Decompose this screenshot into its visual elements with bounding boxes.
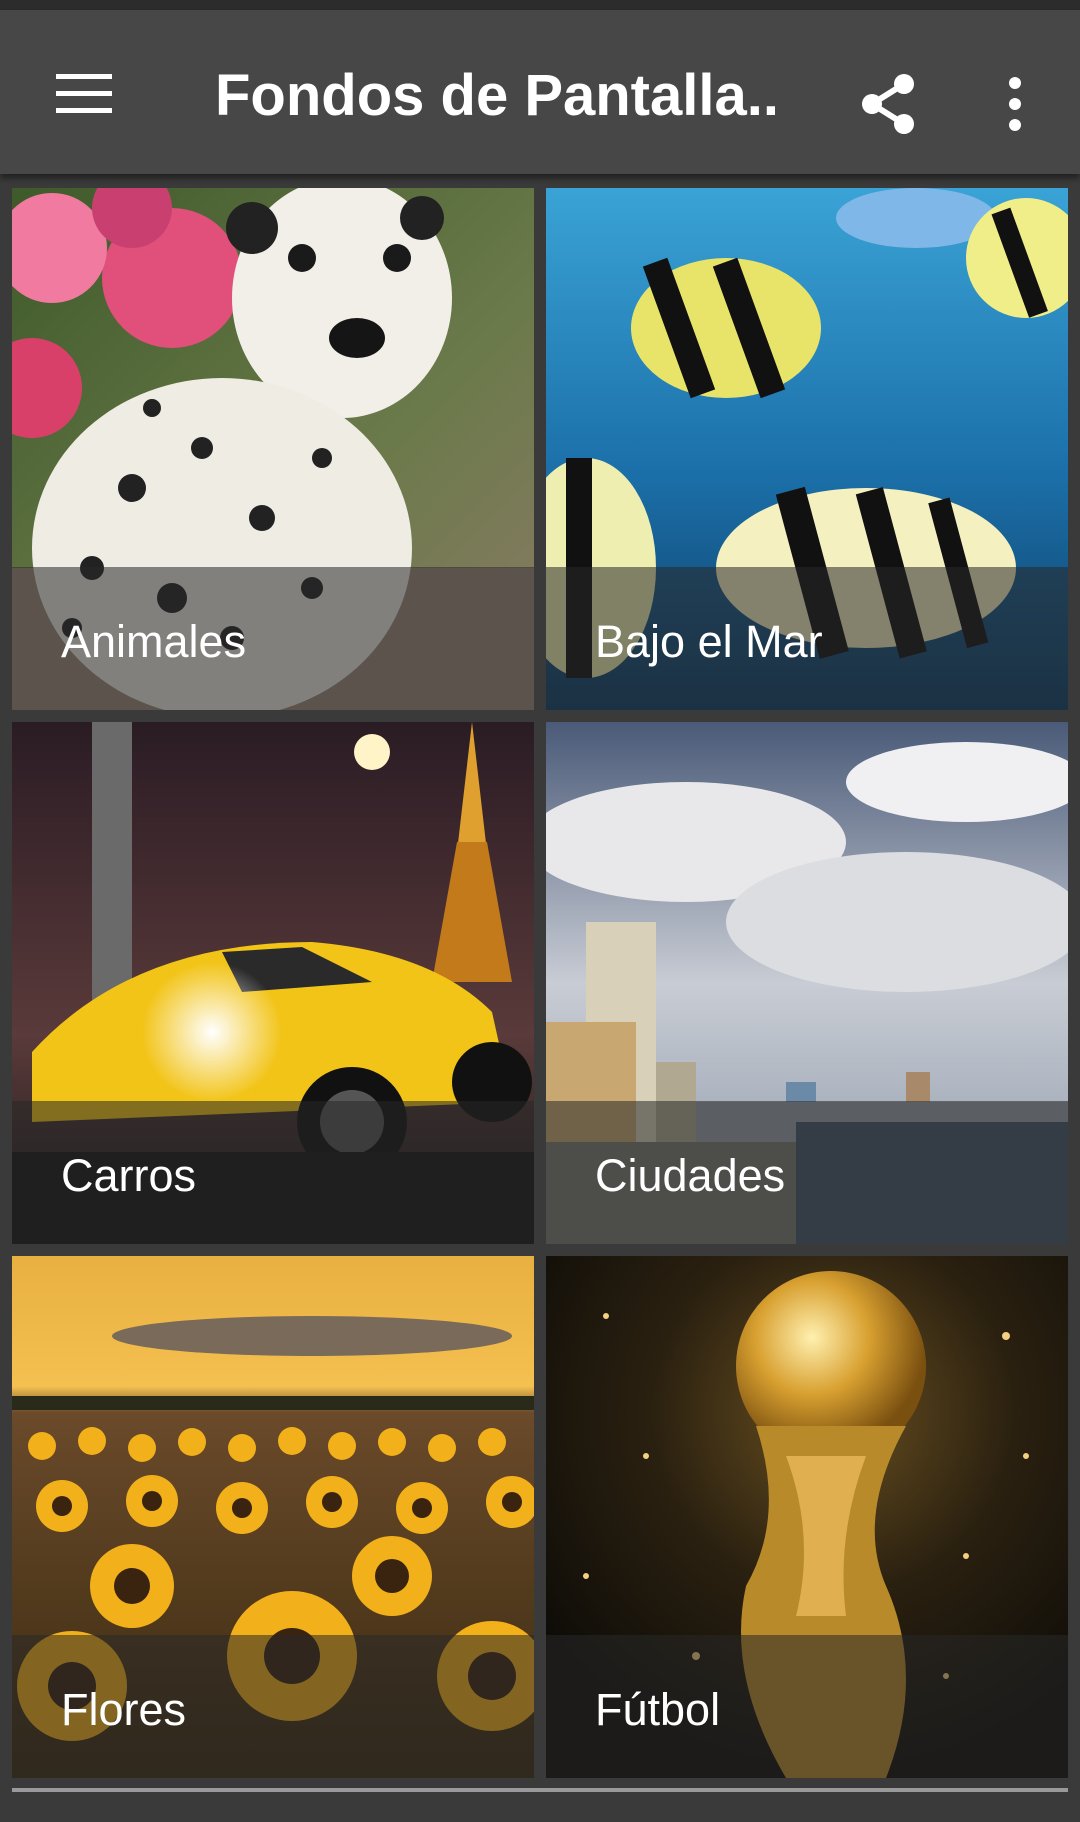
status-bar — [0, 0, 1080, 10]
category-tile-animales[interactable]: Animales — [12, 188, 534, 710]
more-vert-icon — [1009, 77, 1021, 131]
category-tile-flores[interactable]: Flores — [12, 1256, 534, 1778]
share-icon — [862, 74, 914, 134]
category-tile-carros[interactable]: Carros — [12, 722, 534, 1244]
category-label: Carros — [61, 1150, 197, 1201]
category-label: Bajo el Mar — [595, 616, 823, 667]
category-label: Fútbol — [595, 1684, 721, 1735]
category-tile-bajo-el-mar[interactable]: Bajo el Mar — [546, 188, 1068, 710]
share-button[interactable] — [840, 56, 936, 152]
category-label: Ciudades — [595, 1150, 786, 1201]
next-row-edge — [12, 1788, 1068, 1792]
app-bar: Fondos de Pantalla... — [0, 10, 1080, 174]
menu-icon — [56, 74, 112, 113]
category-label: Flores — [61, 1684, 187, 1735]
menu-button[interactable] — [40, 50, 128, 138]
more-options-button[interactable] — [975, 56, 1055, 152]
category-grid: Animales Bajo el Mar Carros Ciudades Flo… — [0, 174, 1080, 1822]
category-label: Animales — [61, 616, 247, 667]
category-tile-futbol[interactable]: Fútbol — [546, 1256, 1068, 1778]
category-tile-ciudades[interactable]: Ciudades — [546, 722, 1068, 1244]
page-title: Fondos de Pantalla... — [215, 63, 775, 128]
